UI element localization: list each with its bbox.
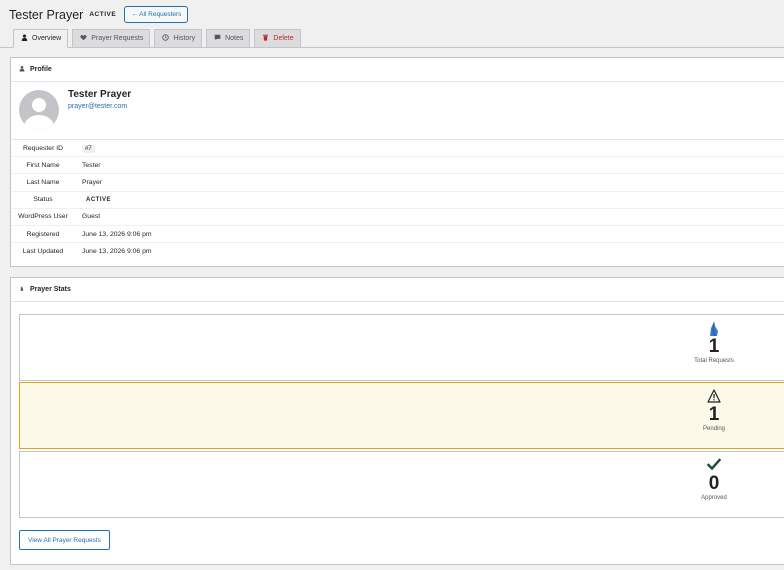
checkmark-icon: [674, 458, 754, 474]
avatar: [19, 90, 59, 130]
detail-value: #7: [82, 144, 95, 153]
detail-label: Last Name: [26, 178, 60, 186]
tab-notes-label: Notes: [225, 35, 244, 42]
detail-label: Registered: [26, 230, 60, 238]
detail-value: June 13, 2026 9:06 pm: [82, 230, 152, 238]
person-icon: [20, 34, 28, 43]
tab-delete-label: Delete: [273, 35, 294, 42]
person-icon: [19, 65, 25, 74]
tab-overview[interactable]: Overview: [13, 29, 69, 48]
stat-approved: 0 Approved: [674, 458, 754, 501]
profile-details: Requester ID #7 First Name Tester Last N…: [11, 140, 784, 260]
detail-row: Status ACTIVE: [11, 192, 784, 209]
stat-label: Approved: [701, 495, 727, 501]
detail-value: Tester: [82, 161, 101, 169]
tab-bar: Overview Prayer Requests History Notes D…: [13, 29, 305, 48]
detail-row: Requester ID #7: [11, 140, 784, 158]
detail-label: First Name: [26, 161, 60, 169]
status-badge: ACTIVE: [89, 11, 117, 18]
stat-card-total: 1 Total Requests: [19, 314, 784, 381]
trash-icon: [261, 34, 269, 43]
avatar-head: [32, 98, 46, 112]
profile-header: Profile: [11, 58, 784, 82]
avatar-body: [24, 115, 54, 130]
stat-pending: 1 Pending: [674, 389, 754, 432]
detail-row: First Name Tester: [11, 157, 784, 175]
page-title: Tester Prayer: [9, 7, 84, 22]
stat-value: 0: [708, 473, 720, 494]
warning-icon: [674, 389, 754, 405]
detail-label: Last Updated: [22, 248, 64, 256]
tab-history-label: History: [173, 35, 196, 42]
profile-summary: Tester Prayer prayer@tester.com: [11, 82, 784, 140]
page-header: Tester Prayer ACTIVE ← All Requesters: [9, 6, 189, 23]
stat-value: 1: [708, 336, 720, 357]
profile-name: Tester Prayer: [68, 89, 132, 100]
detail-row: WordPress User Guest: [11, 209, 784, 226]
praying-hands-icon: [19, 285, 25, 294]
tab-history[interactable]: History: [154, 29, 203, 47]
detail-row: Last Updated June 13, 2026 9:06 pm: [11, 243, 784, 260]
tab-prayer-requests[interactable]: Prayer Requests: [72, 29, 151, 47]
detail-value: Prayer: [82, 178, 103, 186]
stat-total: 1 Total Requests: [674, 321, 754, 364]
stat-label: Total Requests: [694, 358, 734, 364]
status-badge: ACTIVE: [86, 197, 112, 204]
heart-icon: [79, 34, 87, 43]
detail-value: ACTIVE: [82, 196, 111, 203]
clock-icon: [161, 34, 169, 43]
stat-label: Pending: [702, 426, 726, 432]
profile-heading: Profile: [30, 66, 52, 73]
all-requesters-button[interactable]: ← All Requesters: [124, 6, 189, 23]
detail-row: Last Name Prayer: [11, 174, 784, 192]
profile-email-link[interactable]: prayer@tester.com: [68, 103, 127, 110]
requester-id-badge: #7: [82, 144, 95, 153]
detail-label: WordPress User: [18, 213, 68, 221]
prayer-stats-header: Prayer Stats: [11, 278, 784, 302]
prayer-stats-heading: Prayer Stats: [30, 286, 71, 293]
detail-row: Registered June 13, 2026 9:06 pm: [11, 226, 784, 244]
detail-label: Requester ID: [22, 144, 64, 152]
prayer-stats-panel: Prayer Stats 1 Total Requests 1 Pending …: [10, 277, 784, 565]
praying-hands-icon: [674, 321, 754, 337]
profile-panel: Profile Tester Prayer prayer@tester.com …: [10, 57, 784, 267]
tab-delete[interactable]: Delete: [254, 29, 301, 47]
tab-prayer-requests-label: Prayer Requests: [91, 35, 144, 42]
stat-card-approved: 0 Approved: [19, 451, 784, 518]
tab-overview-label: Overview: [32, 35, 62, 42]
note-icon: [213, 34, 221, 43]
detail-value: Guest: [82, 213, 101, 221]
detail-label: Status: [33, 196, 53, 204]
view-all-prayer-requests-button[interactable]: View All Prayer Requests: [19, 530, 110, 550]
detail-value: June 13, 2026 9:06 pm: [82, 248, 152, 256]
tab-notes[interactable]: Notes: [206, 29, 251, 47]
stat-value: 1: [708, 404, 720, 425]
stat-card-pending: 1 Pending: [19, 382, 784, 449]
